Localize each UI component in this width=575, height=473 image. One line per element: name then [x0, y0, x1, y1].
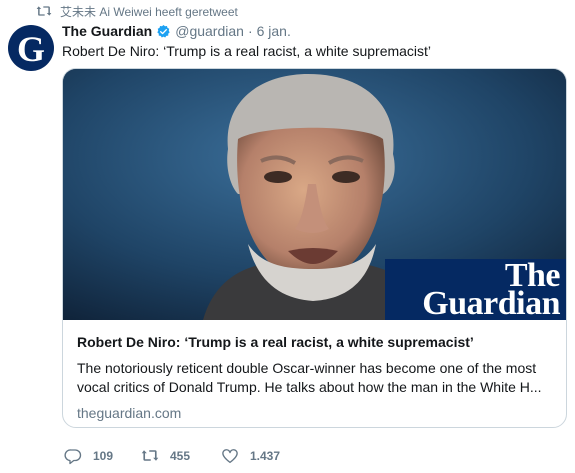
reply-button[interactable]: 109 [64, 447, 141, 465]
retweet-notice-text[interactable]: 艾未未 Ai Weiwei heeft geretweet [60, 3, 238, 20]
tweet-text: Robert De Niro: ‘Trump is a real racist,… [62, 43, 432, 59]
tweet-header: The Guardian @guardian · 6 jan. [62, 21, 291, 41]
retweet-button[interactable]: 455 [141, 447, 221, 465]
link-card[interactable]: The Guardian Robert De Niro: ‘Trump is a… [62, 68, 567, 428]
retweet-count: 455 [170, 449, 191, 463]
card-body[interactable]: Robert De Niro: ‘Trump is a real racist,… [77, 333, 557, 422]
card-title[interactable]: Robert De Niro: ‘Trump is a real racist,… [77, 333, 557, 351]
header-separator: · [247, 23, 253, 39]
tweet-date[interactable]: 6 jan. [257, 23, 291, 39]
tweet-actions: 109 455 1.437 [64, 446, 280, 466]
author-name[interactable]: The Guardian [62, 23, 152, 39]
heart-icon [221, 447, 239, 465]
verified-badge-icon [156, 24, 171, 39]
guardian-logo: The Guardian [385, 258, 566, 320]
reply-count: 109 [93, 449, 114, 463]
like-count: 1.437 [250, 449, 281, 463]
like-button[interactable]: 1.437 [221, 447, 280, 465]
retweet-action-icon [141, 447, 159, 465]
reply-icon [64, 447, 82, 465]
card-description: The notoriously reticent double Oscar-wi… [77, 360, 542, 395]
retweet-notice: 艾未未 Ai Weiwei heeft geretweet [36, 2, 238, 20]
card-image[interactable]: The Guardian [63, 69, 566, 320]
avatar-letter: G [16, 29, 45, 69]
retweet-icon [36, 4, 52, 18]
card-domain: theguardian.com [77, 405, 182, 421]
avatar[interactable]: G [8, 25, 54, 71]
author-handle[interactable]: @guardian [175, 23, 244, 39]
logo-line-2: Guardian [422, 284, 560, 320]
